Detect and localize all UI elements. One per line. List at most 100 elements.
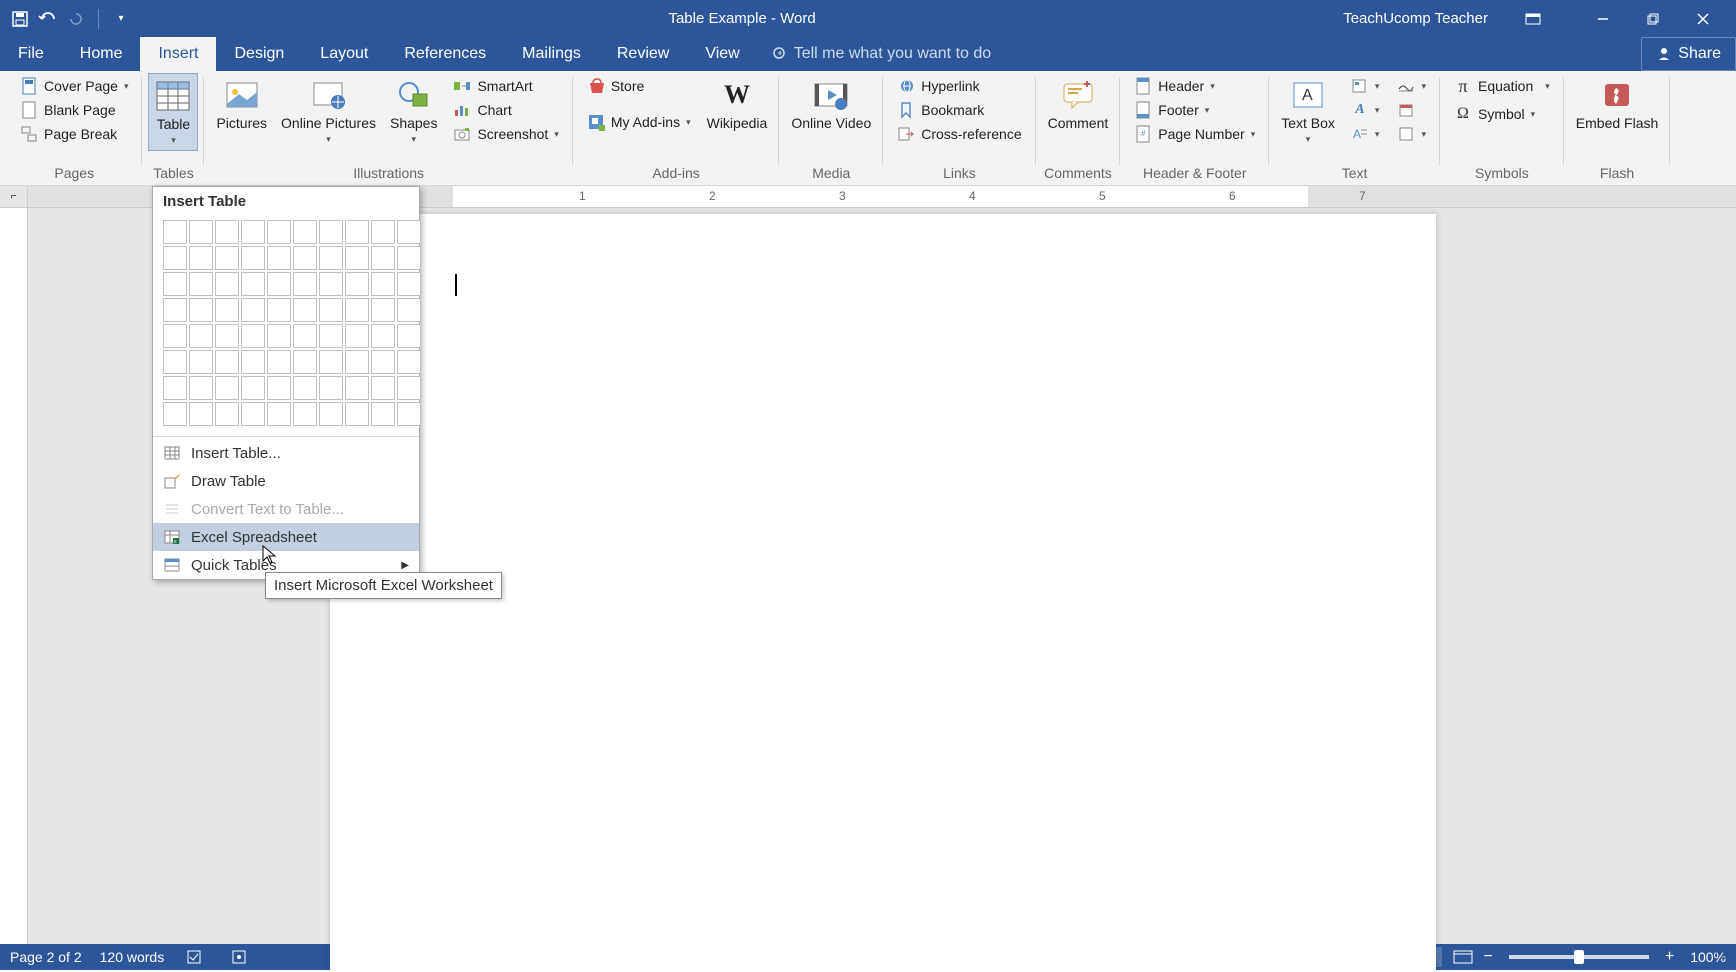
hyperlink-button[interactable]: Hyperlink	[891, 75, 1027, 97]
maximize-button[interactable]	[1628, 0, 1678, 37]
grid-cell[interactable]	[293, 272, 317, 296]
grid-cell[interactable]	[189, 350, 213, 374]
grid-cell[interactable]	[319, 272, 343, 296]
grid-cell[interactable]	[163, 350, 187, 374]
tab-references[interactable]: References	[386, 37, 504, 71]
qat-customize-icon[interactable]: ▾	[111, 9, 131, 29]
quick-parts-button[interactable]: ▾	[1345, 75, 1386, 97]
grid-cell[interactable]	[163, 272, 187, 296]
tab-mailings[interactable]: Mailings	[504, 37, 599, 71]
table-button[interactable]: Table ▾	[148, 73, 198, 151]
grid-cell[interactable]	[319, 246, 343, 270]
grid-cell[interactable]	[189, 246, 213, 270]
grid-cell[interactable]	[293, 350, 317, 374]
grid-cell[interactable]	[397, 298, 421, 322]
grid-cell[interactable]	[215, 298, 239, 322]
grid-cell[interactable]	[371, 350, 395, 374]
chart-button[interactable]: Chart	[447, 99, 564, 121]
grid-cell[interactable]	[267, 324, 291, 348]
undo-icon[interactable]	[38, 9, 58, 29]
grid-cell[interactable]	[215, 376, 239, 400]
object-button[interactable]: ▾	[1391, 123, 1432, 145]
drop-cap-button[interactable]: A▾	[1345, 123, 1386, 145]
grid-cell[interactable]	[189, 376, 213, 400]
minimize-button[interactable]	[1578, 0, 1628, 37]
shapes-button[interactable]: Shapes▾	[384, 73, 443, 149]
grid-cell[interactable]	[241, 350, 265, 374]
grid-cell[interactable]	[189, 220, 213, 244]
grid-cell[interactable]	[345, 298, 369, 322]
grid-cell[interactable]	[215, 272, 239, 296]
tab-design[interactable]: Design	[216, 37, 302, 71]
header-button[interactable]: Header▾	[1128, 75, 1261, 97]
excel-spreadsheet-item[interactable]: x Excel Spreadsheet	[153, 523, 419, 551]
grid-cell[interactable]	[241, 272, 265, 296]
save-icon[interactable]	[10, 9, 30, 29]
symbol-button[interactable]: ΩSymbol▾	[1448, 103, 1556, 125]
grid-cell[interactable]	[345, 376, 369, 400]
grid-cell[interactable]	[163, 324, 187, 348]
zoom-slider[interactable]	[1509, 955, 1649, 959]
online-video-button[interactable]: Online Video	[785, 73, 877, 136]
grid-cell[interactable]	[267, 376, 291, 400]
grid-cell[interactable]	[371, 246, 395, 270]
spelling-icon[interactable]	[182, 947, 208, 967]
zoom-out-button[interactable]: −	[1484, 948, 1493, 966]
wordart-button[interactable]: A▾	[1345, 99, 1386, 121]
grid-cell[interactable]	[267, 220, 291, 244]
page-indicator[interactable]: Page 2 of 2	[10, 949, 82, 965]
macro-icon[interactable]	[226, 947, 252, 967]
grid-cell[interactable]	[345, 324, 369, 348]
grid-cell[interactable]	[241, 220, 265, 244]
grid-cell[interactable]	[293, 298, 317, 322]
grid-cell[interactable]	[371, 402, 395, 426]
grid-cell[interactable]	[319, 402, 343, 426]
grid-cell[interactable]	[267, 402, 291, 426]
close-button[interactable]	[1678, 0, 1728, 37]
grid-cell[interactable]	[241, 298, 265, 322]
grid-cell[interactable]	[163, 402, 187, 426]
grid-cell[interactable]	[345, 246, 369, 270]
insert-table-item[interactable]: Insert Table...	[153, 439, 419, 467]
draw-table-item[interactable]: Draw Table	[153, 467, 419, 495]
equation-button[interactable]: πEquation▾	[1448, 75, 1556, 97]
grid-cell[interactable]	[345, 272, 369, 296]
ruler-corner[interactable]: ⌐	[0, 186, 28, 208]
grid-cell[interactable]	[345, 402, 369, 426]
grid-cell[interactable]	[241, 376, 265, 400]
grid-cell[interactable]	[397, 350, 421, 374]
grid-cell[interactable]	[267, 272, 291, 296]
online-pictures-button[interactable]: Online Pictures▾	[275, 73, 382, 149]
grid-cell[interactable]	[397, 246, 421, 270]
zoom-in-button[interactable]: +	[1665, 948, 1674, 966]
grid-cell[interactable]	[293, 246, 317, 270]
grid-cell[interactable]	[397, 324, 421, 348]
blank-page-button[interactable]: Blank Page	[14, 99, 134, 121]
cover-page-button[interactable]: Cover Page▾	[14, 75, 134, 97]
grid-cell[interactable]	[371, 298, 395, 322]
grid-cell[interactable]	[267, 246, 291, 270]
screenshot-button[interactable]: Screenshot▾	[447, 123, 564, 145]
grid-cell[interactable]	[189, 402, 213, 426]
ribbon-display-icon[interactable]	[1508, 0, 1558, 37]
signature-line-button[interactable]: ▾	[1391, 75, 1432, 97]
grid-cell[interactable]	[371, 220, 395, 244]
grid-cell[interactable]	[319, 350, 343, 374]
grid-cell[interactable]	[215, 402, 239, 426]
web-layout-icon[interactable]	[1450, 947, 1476, 967]
bookmark-button[interactable]: Bookmark	[891, 99, 1027, 121]
grid-cell[interactable]	[215, 324, 239, 348]
grid-cell[interactable]	[319, 324, 343, 348]
vertical-ruler[interactable]	[0, 208, 28, 944]
tell-me-search[interactable]: Tell me what you want to do	[772, 37, 991, 71]
grid-cell[interactable]	[345, 220, 369, 244]
cross-reference-button[interactable]: Cross-reference	[891, 123, 1027, 145]
grid-cell[interactable]	[215, 246, 239, 270]
tab-review[interactable]: Review	[599, 37, 687, 71]
grid-cell[interactable]	[293, 220, 317, 244]
grid-cell[interactable]	[397, 220, 421, 244]
wikipedia-button[interactable]: WWikipedia	[701, 73, 774, 136]
grid-cell[interactable]	[371, 376, 395, 400]
tab-view[interactable]: View	[687, 37, 757, 71]
grid-cell[interactable]	[267, 350, 291, 374]
